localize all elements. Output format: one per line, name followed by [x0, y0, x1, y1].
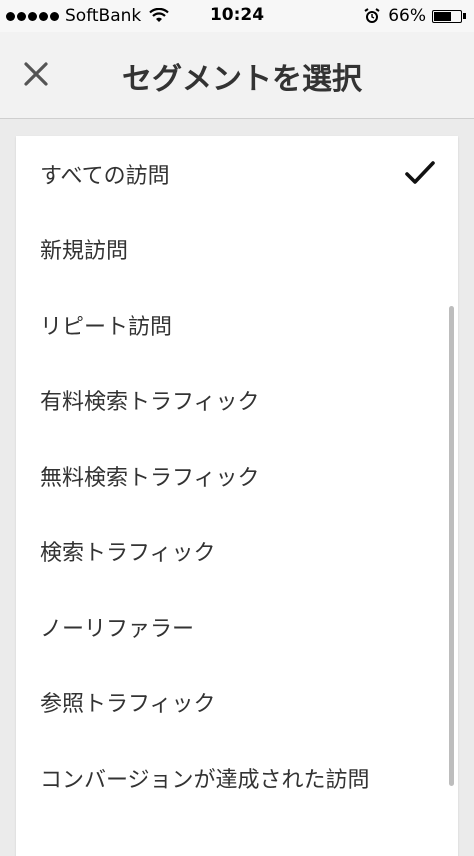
battery-percentage: 66% [388, 6, 426, 26]
segment-label: すべての訪問 [40, 163, 170, 189]
segment-item-all-visits[interactable]: すべての訪問 [16, 136, 458, 212]
status-bar: SoftBank 10:24 66% [0, 0, 474, 32]
segment-label: 参照トラフィック [40, 692, 216, 718]
segment-item-repeat-visits[interactable]: リピート訪問 [16, 287, 458, 363]
alarm-clock-icon [364, 8, 380, 23]
segment-item-paid-search[interactable]: 有料検索トラフィック [16, 363, 458, 439]
segment-label: 新規訪問 [40, 239, 129, 265]
status-right: 66% [364, 6, 466, 26]
segment-item-new-visits[interactable]: 新規訪問 [16, 212, 458, 288]
checkmark-icon [405, 161, 435, 184]
segment-label: コンバージョンが達成された訪問 [40, 767, 370, 793]
segment-list: すべての訪問 新規訪問 リピート訪問 有料検索トラフィック 無料検索トラフィック… [16, 136, 458, 856]
segment-item-direct-traffic[interactable]: ノーリファラー [16, 589, 458, 665]
header-bar: セグメントを選択 [0, 32, 474, 119]
segment-label: ノーリファラー [40, 616, 195, 642]
segment-item-referral-traffic[interactable]: 参照トラフィック [16, 665, 458, 741]
segment-label: 無料検索トラフィック [40, 465, 260, 491]
segment-label: リピート訪問 [40, 314, 173, 340]
segment-item-organic-search[interactable]: 無料検索トラフィック [16, 438, 458, 514]
segment-item-converted-visits[interactable]: コンバージョンが達成された訪問 [16, 740, 458, 816]
segment-label: 有料検索トラフィック [40, 390, 260, 416]
battery-icon [432, 9, 462, 23]
scrollbar[interactable] [449, 306, 454, 786]
page-title: セグメントを選択 [122, 62, 362, 97]
segment-label: 検索トラフィック [40, 541, 216, 567]
segment-item-search-traffic[interactable]: 検索トラフィック [16, 514, 458, 590]
